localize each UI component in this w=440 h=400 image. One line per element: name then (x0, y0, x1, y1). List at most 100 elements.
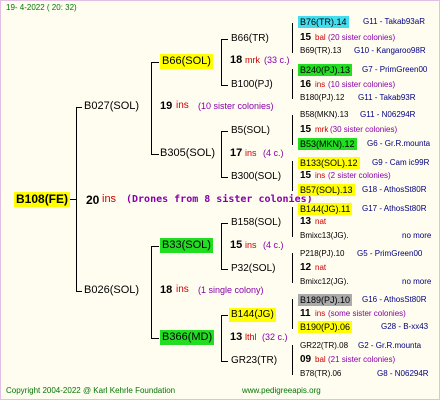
gen4-queen-label[interactable]: B78(TR).06 (300, 370, 341, 378)
gen4-breeder-line: G8 - N06294R (377, 369, 429, 378)
gen4-breeder-line: no more (402, 231, 432, 240)
gen4-breeder-line: G17 - AthosSt80R (362, 204, 427, 213)
gen2-note: (4 c.) (263, 240, 284, 250)
gen4-breeder-line: G16 - AthosSt80R (362, 295, 427, 304)
gen3-queen-label[interactable]: GR23(TR) (231, 356, 277, 366)
connector-line (292, 345, 293, 375)
connector-line (292, 299, 293, 329)
gen4-note: (21 sister colonies) (328, 355, 396, 364)
gen2-insemination-type: ins (245, 148, 257, 158)
connector-line (292, 115, 293, 145)
gen4-breeder-line: G7 - PrimGreen00 (362, 65, 428, 74)
gen4-breeder-line: G28 - B-xx43 (381, 322, 429, 331)
gen4-breeder-line: G10 - Kangaroo98R (354, 46, 426, 55)
connector-line (76, 291, 82, 292)
gen4-queen-label[interactable]: Bmixc12(JG). (300, 278, 348, 286)
gen1-queen-label[interactable]: B027(SOL) (84, 101, 139, 112)
gen1-queen-label[interactable]: B026(SOL) (84, 285, 139, 296)
gen4-drone-count: 09 (300, 354, 312, 365)
connector-line (221, 39, 228, 40)
gen4-queen-label[interactable]: Bmixc13(JG). (300, 232, 348, 240)
connector-line (221, 85, 228, 86)
gen4-queen-label[interactable]: B180(PJ).12 (300, 94, 344, 102)
gen2-queen-label[interactable]: B305(SOL) (160, 148, 215, 159)
gen1-note: (1 single colony) (198, 285, 264, 295)
connector-line (221, 315, 228, 316)
gen4-insemination-type: ins (315, 309, 326, 318)
gen4-note: (30 sister colonies) (330, 125, 398, 134)
connector-line (151, 338, 159, 339)
gen4-insemination-type: nat (315, 263, 327, 272)
gen3-queen-label[interactable]: B5(SOL) (231, 126, 270, 136)
gen4-insemination-type: bal (315, 355, 326, 364)
gen4-queen-label[interactable]: B69(TR).13 (300, 47, 341, 55)
gen2-insemination-type: lthl (245, 332, 257, 342)
gen4-drone-count: 16 (300, 79, 312, 90)
connector-line (292, 207, 293, 237)
connector-line (151, 246, 159, 247)
gen3-queen-label[interactable]: B300(SOL) (231, 172, 281, 182)
date-stamp: 19- 4-2022 ( 20: 32) (6, 3, 77, 12)
gen4-queen-label[interactable]: B53(MKN).12 (298, 138, 357, 150)
gen1-drone-count: 19 (160, 100, 173, 112)
gen2-note: (32 c.) (262, 332, 288, 342)
gen4-drone-count: 15 (300, 32, 312, 43)
gen2-insemination-type: ins (245, 240, 257, 250)
gen2-drone-count: 17 (230, 147, 243, 159)
gen4-insemination-type: ins (315, 171, 326, 180)
gen2-queen-label[interactable]: B366(MD) (160, 330, 215, 345)
gen1-insemination-type: ins (176, 284, 189, 295)
site-link[interactable]: www.pedigreeapis.org (242, 387, 321, 395)
gen4-queen-label[interactable]: B189(PJ).10 (298, 294, 353, 306)
root-queen-label[interactable]: B108(FE) (14, 192, 71, 207)
root-drone-count: 20 (86, 193, 100, 207)
connector-line (151, 246, 152, 338)
gen4-insemination-type: bal (315, 33, 326, 42)
gen4-breeder-line: G5 - PrimGreen00 (357, 249, 423, 258)
connector-line (221, 131, 222, 177)
connector-line (151, 62, 152, 154)
gen1-insemination-type: ins (176, 100, 189, 111)
gen4-note: (2 sister colonies) (328, 171, 391, 180)
connector-line (221, 39, 222, 85)
gen4-breeder-line: G9 - Cam ic99R (372, 158, 430, 167)
connector-line (221, 223, 228, 224)
gen4-queen-label[interactable]: P218(PJ).10 (300, 250, 344, 258)
gen4-note: (10 sister colonies) (328, 80, 396, 89)
gen3-queen-label[interactable]: B66(TR) (231, 34, 269, 44)
gen4-queen-label[interactable]: B58(MKN).13 (300, 111, 348, 119)
gen2-insemination-type: mrk (245, 55, 260, 65)
copyright-text: Copyright 2004-2022 @ Karl Kehrle Founda… (6, 386, 176, 395)
connector-line (221, 315, 222, 361)
gen4-queen-label[interactable]: GR22(TR).08 (300, 342, 348, 350)
gen3-queen-label[interactable]: B100(PJ) (231, 80, 273, 90)
gen4-drone-count: 15 (300, 170, 312, 181)
gen3-queen-label[interactable]: P32(SOL) (231, 264, 275, 274)
gen4-note: (20 sister colonies) (328, 33, 396, 42)
gen3-queen-label[interactable]: B144(JG) (229, 308, 276, 322)
gen4-drone-count: 15 (300, 124, 312, 135)
gen3-queen-label[interactable]: B158(SOL) (231, 218, 281, 228)
gen4-breeder-line: G6 - Gr.R.mounta (367, 139, 431, 148)
gen4-breeder-line: G18 - AthosSt80R (362, 185, 427, 194)
gen2-drone-count: 13 (230, 331, 243, 343)
gen4-queen-label[interactable]: B240(PJ).13 (298, 64, 353, 76)
gen4-breeder-line: no more (402, 277, 432, 286)
connector-line (292, 161, 293, 191)
connector-line (292, 69, 293, 99)
gen4-drone-count: 11 (300, 308, 311, 319)
gen2-queen-label[interactable]: B66(SOL) (160, 54, 213, 69)
gen4-queen-label[interactable]: B133(SOL).12 (298, 157, 360, 169)
gen4-queen-label[interactable]: B76(TR).14 (298, 16, 349, 28)
gen4-insemination-type: mrk (315, 125, 329, 134)
connector-line (292, 23, 293, 53)
gen4-drone-count: 13 (300, 216, 312, 227)
gen4-queen-label[interactable]: B144(JG).11 (298, 203, 353, 215)
gen4-insemination-type: ins (315, 80, 326, 89)
connector-line (151, 62, 159, 63)
gen4-queen-label[interactable]: B57(SOL).13 (298, 184, 355, 196)
gen2-queen-label[interactable]: B33(SOL) (160, 238, 213, 253)
gen2-note: (4 c.) (263, 148, 284, 158)
connector-line (221, 131, 228, 132)
gen4-queen-label[interactable]: B190(PJ).06 (298, 321, 353, 333)
